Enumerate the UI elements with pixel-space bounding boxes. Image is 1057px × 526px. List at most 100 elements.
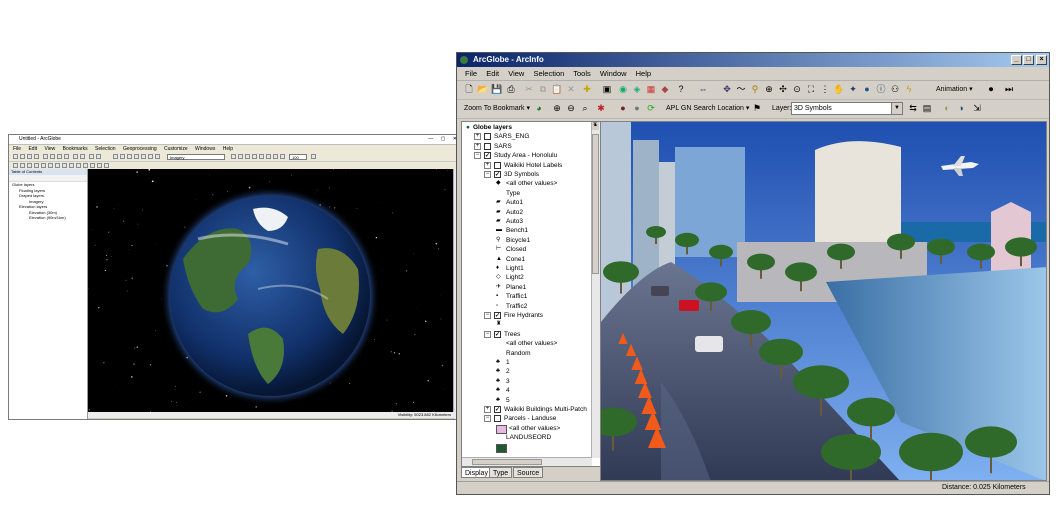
small-menu-file[interactable]: File [13,146,21,152]
collapse-icon[interactable]: − [484,312,491,319]
toc-item[interactable]: ⊢ Closed [462,245,590,254]
toolbox-icon[interactable]: ▦ [645,84,657,96]
whats-this-icon[interactable]: ? [675,84,687,96]
toc-item[interactable]: LANDUSEORD [462,433,590,442]
toc-item[interactable]: ▲ Cone1 [462,255,590,264]
minimize-button[interactable]: _ [1011,55,1022,65]
small-menu-windows[interactable]: Windows [195,146,215,152]
toc-item[interactable]: ♣ 2 [462,367,590,376]
layer-visibility-checkbox[interactable]: ✓ [494,312,501,319]
copy-icon[interactable]: ⧉ [537,84,549,96]
globe-icon[interactable] [90,163,95,168]
toc-item[interactable]: ✈ Plane1 [462,283,590,292]
open-folder-icon[interactable]: 📂 [477,84,489,96]
map-tip-icon[interactable]: ✱ [595,103,607,115]
toc-item[interactable]: ▰ Auto3 [462,217,590,226]
swipe-icon[interactable]: ▤ [921,103,933,115]
new-document-icon[interactable]: 🗋 [463,84,475,96]
toc-item[interactable]: − Parcels - Landuse [462,414,590,423]
paste-icon[interactable] [57,154,62,159]
identify-icon[interactable]: ⓘ [875,84,887,96]
toc-item[interactable]: ◇ Light2 [462,273,590,282]
expand-icon[interactable]: + [474,142,481,150]
globe-tool-icon[interactable]: ◉ [617,84,629,96]
toc-item[interactable]: + Waikiki Hotel Labels [462,161,590,170]
menu-selection[interactable]: Selection [533,69,564,78]
hyperlink-icon[interactable] [104,163,109,168]
toc-vertical-scrollbar[interactable]: ▲ [591,122,600,458]
lightning-icon[interactable]: ϟ [903,84,915,96]
select-icon[interactable] [69,163,74,168]
layer-tool-3-icon[interactable] [245,154,250,159]
tab-type[interactable]: Type [489,467,513,478]
layer-tool-4-icon[interactable] [252,154,257,159]
small-menu-geoprocessing[interactable]: Geoprocessing [123,146,157,152]
toc-icon[interactable] [113,154,118,159]
toc-item[interactable]: + SARS_ENG [462,132,590,141]
brightness-icon[interactable]: ◑ [955,103,967,115]
arrow-icon[interactable] [96,154,101,159]
layer-visibility-checkbox[interactable] [494,161,501,169]
menu-view[interactable]: View [508,69,524,78]
menu-file[interactable]: File [465,69,477,78]
measure-icon[interactable] [83,163,88,168]
toc-item[interactable]: ▬ Bench1 [462,226,590,235]
redo-icon[interactable] [80,154,85,159]
collapse-icon[interactable]: − [484,171,491,178]
fly-icon[interactable] [20,163,25,168]
layer-visibility-checkbox[interactable]: ✓ [494,330,501,338]
layer-visibility-checkbox[interactable] [494,415,501,423]
walk-icon[interactable]: ⚲ [749,84,761,96]
small-menu-edit[interactable]: Edit [28,146,37,152]
pan-hand-icon[interactable]: ✋ [833,84,845,96]
pan-icon[interactable] [27,163,32,168]
zoom-in-out-icon[interactable]: ⊕ [763,84,775,96]
toc-item[interactable]: ▫ Traffic2 [462,302,590,311]
refresh-icon[interactable]: ⟳ [645,103,657,115]
toc-item[interactable]: ♦ Light1 [462,264,590,273]
small-menu-customize[interactable]: Customize [164,146,188,152]
toc-item[interactable]: − ✓ Study Area - Honolulu [462,151,590,160]
layer-tool-5-icon[interactable] [259,154,264,159]
expand-icon[interactable]: + [484,406,491,413]
play-animation-icon[interactable]: ⏭ [1003,84,1015,96]
help-icon[interactable] [155,154,160,159]
zoom-target-icon[interactable]: ⛶ [805,84,817,96]
paste-icon[interactable]: 📋 [551,84,563,96]
layer-props-icon[interactable]: ▣ [601,84,613,96]
save-icon[interactable]: 💾 [491,84,503,96]
moon-icon[interactable]: ● [631,103,643,115]
fly-icon[interactable]: 〜 [735,84,747,96]
globe-bookmark-icon[interactable]: ◕ [533,103,545,115]
layer-tool-6-icon[interactable] [266,154,271,159]
toc-root-globe-layers[interactable]: ● Globe layers [466,123,512,132]
maximize-button[interactable]: □ [1023,55,1034,65]
toc-item[interactable] [462,443,590,453]
full-extent-icon[interactable]: ✦ [847,84,859,96]
toc-item[interactable]: ♣ 3 [462,377,590,386]
layer-select[interactable]: 3D Symbols ▼ [791,102,903,115]
transparency-icon[interactable]: ◐ [941,103,953,115]
toc-close-icon[interactable]: × [593,121,597,128]
copy-icon[interactable] [50,154,55,159]
full-screen-icon[interactable]: ⇔ [697,84,709,96]
info-icon[interactable] [97,163,102,168]
small-menu-bookmarks[interactable]: Bookmarks [63,146,88,152]
small-layer-combo[interactable]: Imagery [167,154,225,160]
menu-help[interactable]: Help [636,69,651,78]
camera-icon[interactable]: ⏺ [985,84,997,96]
menu-tools[interactable]: Tools [573,69,591,78]
layer-visibility-checkbox[interactable] [484,142,491,150]
pan-icon[interactable]: ✣ [777,84,789,96]
toc-item[interactable]: − ✓ Trees [462,330,590,339]
globe-3d-view[interactable] [88,169,455,415]
delete-icon[interactable] [64,154,69,159]
undo-icon[interactable] [73,154,78,159]
layer-visibility-checkbox[interactable]: ✓ [484,152,491,160]
zoom-layer-icon[interactable]: ⌕ [579,103,591,115]
collapse-icon[interactable]: − [484,415,491,423]
toc-item[interactable]: Random [462,349,590,358]
globe-extent-icon[interactable]: ● [861,84,873,96]
toc-item[interactable]: ▰ Auto2 [462,208,590,217]
expand-icon[interactable]: + [474,133,481,141]
